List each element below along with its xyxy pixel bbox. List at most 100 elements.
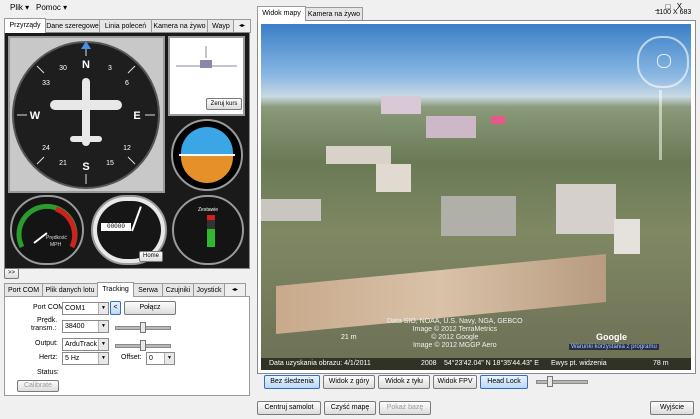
zoom-slider[interactable]	[659, 90, 662, 160]
battery-bar	[207, 215, 215, 247]
tab-live-camera[interactable]: Kamera na żywo	[151, 19, 208, 33]
battery-warn	[207, 215, 215, 220]
tab-waypoints[interactable]: Wayp	[207, 19, 235, 33]
connect-button[interactable]: Połącz	[124, 301, 176, 315]
chevron-down-icon: ▼	[98, 321, 108, 332]
coordinates: 54°23'42.04" N 18°35'44.43" E	[444, 360, 539, 367]
home-button[interactable]: Home	[139, 251, 163, 262]
tab-serial-data[interactable]: Dane szeregowe	[45, 19, 100, 33]
speed-slider[interactable]	[115, 322, 171, 333]
speed-label-2: transm.:	[31, 325, 57, 332]
offset-select[interactable]: 0 ▼	[146, 352, 175, 365]
altitude-counter: 00000	[101, 223, 131, 231]
building	[426, 116, 476, 138]
tab-flight-log[interactable]: Plik danych lotu	[42, 283, 98, 297]
refresh-ports-button[interactable]: <	[110, 301, 121, 315]
tab-com-port[interactable]: Port COM	[4, 283, 43, 297]
status-label: Status:	[37, 369, 59, 376]
tab-joystick[interactable]: Joystick	[193, 283, 225, 297]
roll-plane-icon	[176, 46, 237, 68]
svg-text:S: S	[82, 161, 89, 173]
output-slider[interactable]	[115, 340, 171, 351]
battery-gauge: Zestawie	[172, 195, 244, 265]
hertz-select[interactable]: 5 Hz ▼	[62, 352, 109, 365]
tab-map-view[interactable]: Widok mapy	[257, 6, 306, 21]
clear-map-button[interactable]: Czyść mapę	[324, 401, 376, 415]
tab-sensors[interactable]: Czujniki	[162, 283, 194, 297]
view-altitude: 78 m	[653, 360, 669, 367]
tab-instruments[interactable]: Przyrządy	[4, 18, 46, 33]
speed-unit: MPH	[50, 242, 62, 248]
building	[381, 96, 421, 114]
svg-text:12: 12	[123, 145, 131, 152]
building	[556, 184, 616, 234]
map-view[interactable]: Data SIO, NOAA, U.S. Navy, NGA, GEBCO Im…	[261, 24, 691, 370]
slider-thumb[interactable]	[547, 376, 553, 387]
building	[376, 164, 411, 192]
copyright-text: Data SIO, NOAA, U.S. Navy, NGA, GEBCO Im…	[387, 318, 523, 349]
map-status-bar: Data uzyskania obrazu: 4/1/2011 2008 54°…	[261, 358, 691, 370]
svg-text:24: 24	[42, 145, 50, 152]
altimeter: 00000 Home	[91, 195, 167, 265]
offset-label: Offset:	[121, 354, 142, 361]
look-control[interactable]	[657, 54, 671, 68]
exit-button[interactable]: Wyjście	[650, 401, 694, 415]
menu-help[interactable]: Pomoc ▾	[36, 3, 67, 12]
port-select[interactable]: COM1 ▼	[62, 302, 109, 315]
menu-file[interactable]: Plik ▾	[10, 3, 29, 12]
imagery-date: Data uzyskania obrazu: 4/1/2011	[269, 360, 371, 367]
roll-indicator: Zeruj kurs	[168, 36, 245, 116]
rear-view-button[interactable]: Widok z tyłu	[378, 375, 430, 389]
airspeed-gauge: Prędkość MPH	[10, 195, 84, 265]
vario-label: Zestawie	[198, 207, 219, 213]
no-tracking-button[interactable]: Bez śledzenia	[264, 375, 320, 389]
tab-live-camera-right[interactable]: Kamera na żywo	[305, 7, 363, 21]
building	[326, 146, 391, 164]
reset-course-button[interactable]: Zeruj kurs	[206, 98, 242, 110]
svg-text:W: W	[30, 110, 41, 122]
speed-label: Prędkość	[46, 235, 67, 241]
aircraft-marker	[491, 116, 505, 124]
compass-control[interactable]	[637, 36, 689, 88]
fpv-view-button[interactable]: Widok FPV	[433, 375, 477, 389]
svg-text:6: 6	[125, 80, 129, 87]
top-view-button[interactable]: Widok z góry	[323, 375, 375, 389]
svg-text:33: 33	[42, 80, 50, 87]
chevron-down-icon: ▼	[98, 303, 108, 314]
tab-command-line[interactable]: Linia poleceń	[99, 19, 152, 33]
imagery-year[interactable]: 2008	[421, 358, 437, 370]
speed-arc	[16, 203, 78, 249]
tracking-panel: Port COM: COM1 ▼ < Połącz Prędk. transm.:…	[4, 296, 250, 396]
horizon-ground	[181, 155, 233, 183]
hertz-label: Hertz:	[39, 354, 58, 361]
attitude-indicator	[171, 119, 243, 191]
scale-label: 21 m	[341, 334, 357, 341]
baud-select[interactable]: 38400 ▼	[62, 320, 109, 333]
output-select[interactable]: ArduTrack ▼	[62, 338, 109, 351]
svg-text:30: 30	[59, 65, 67, 72]
compass-dial: N E S W 30 33 3 6 12 15 21 24	[12, 41, 160, 189]
slider-thumb[interactable]	[140, 340, 146, 351]
show-base-button[interactable]: Pokaż bazę	[379, 401, 431, 415]
parking-lot	[441, 196, 516, 236]
output-label: Output:	[35, 340, 58, 347]
tab-tracking[interactable]: Tracking	[97, 282, 134, 297]
horizon-line	[179, 154, 235, 156]
terms-link[interactable]: Warunki korzystania z programu	[569, 344, 659, 350]
instrument-panel: N E S W 30 33 3 6 12 15 21 24 Zeruj kurs…	[4, 32, 250, 269]
resolution-label: 1100 X 683	[656, 9, 692, 16]
svg-text:15: 15	[106, 160, 114, 167]
svg-text:N: N	[82, 59, 90, 71]
eye-altitude: Ewys pt. widzenia	[551, 360, 607, 367]
expand-button[interactable]: >>	[4, 268, 19, 279]
tab-scroll-arrows-bottom[interactable]: ◂▸	[224, 283, 246, 297]
head-lock-button[interactable]: Head Lock	[480, 375, 528, 389]
tab-servos[interactable]: Serwa	[133, 283, 163, 297]
tab-scroll-arrows[interactable]: ◂▸	[233, 19, 251, 33]
center-plane-button[interactable]: Centruj samolot	[257, 401, 321, 415]
svg-text:3: 3	[108, 65, 112, 72]
view-slider[interactable]	[536, 376, 588, 387]
slider-thumb[interactable]	[140, 322, 146, 333]
chevron-down-icon: ▼	[98, 339, 108, 350]
calibrate-button[interactable]: Calibrate	[17, 380, 59, 392]
